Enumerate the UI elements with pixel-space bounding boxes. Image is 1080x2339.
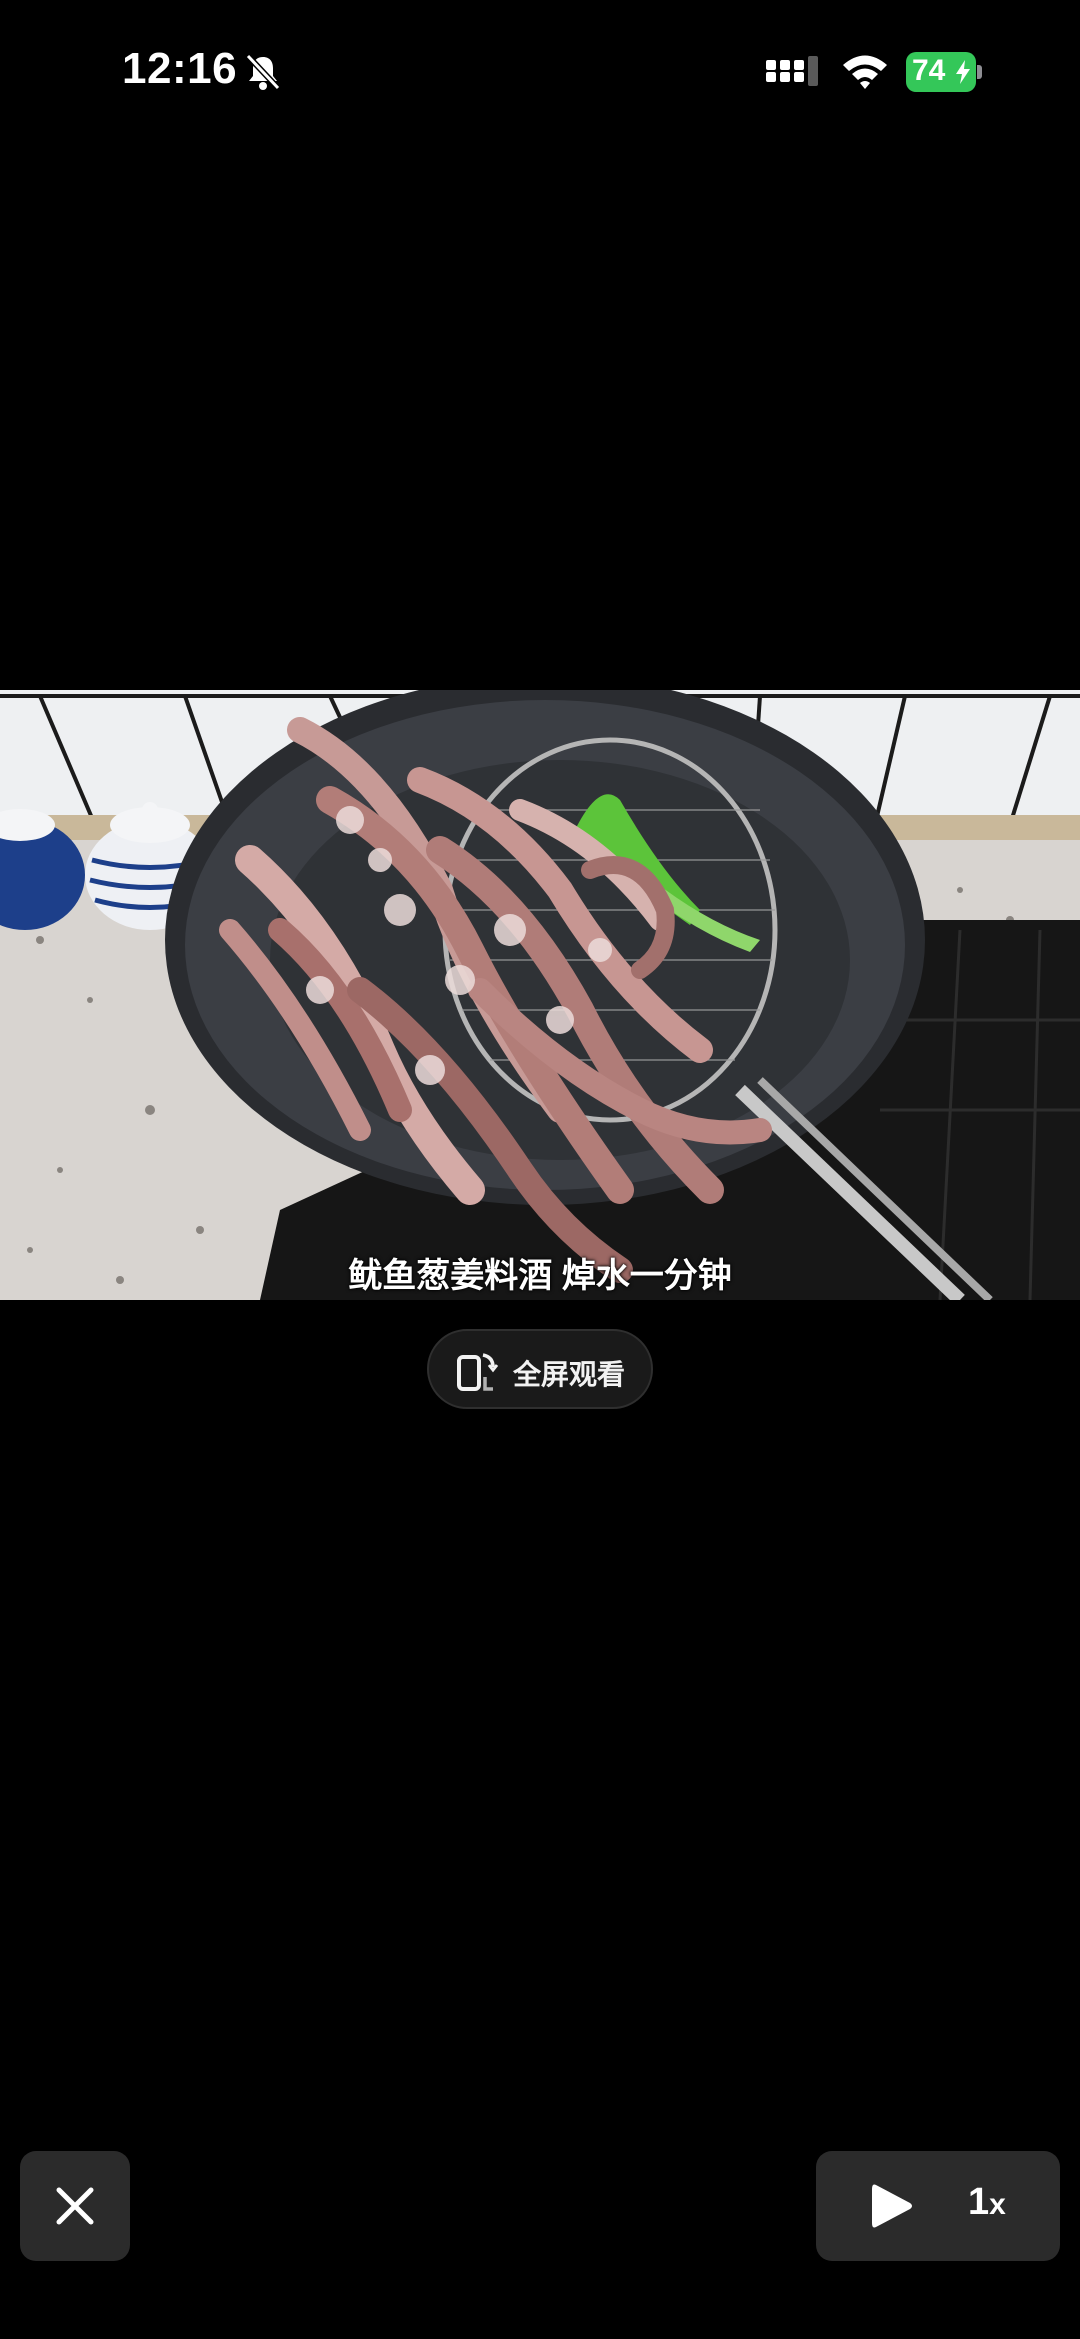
- battery-nub: [977, 65, 982, 79]
- video-frame-image: [0, 690, 1080, 1300]
- close-button[interactable]: [20, 2151, 130, 2261]
- status-bar: 12:16 74: [0, 0, 1080, 140]
- video-player[interactable]: [0, 690, 1080, 1300]
- speed-value: 1: [968, 2181, 990, 2223]
- bell-muted-icon: [245, 53, 281, 91]
- speed-suffix: x: [989, 2188, 1006, 2221]
- status-time: 12:16: [122, 44, 238, 93]
- battery-charging-icon: 74: [906, 52, 982, 92]
- playback-controls: 1x: [816, 2151, 1060, 2261]
- charging-bolt-icon: [956, 60, 970, 84]
- rotate-phone-icon: [457, 1353, 499, 1391]
- close-icon: [56, 2187, 94, 2225]
- video-subtitle: 鱿鱼葱姜料酒 焯水一分钟: [348, 1257, 732, 1295]
- battery-level: 74: [912, 54, 946, 87]
- wifi-icon: [843, 55, 887, 89]
- fullscreen-label: 全屏观看: [513, 1359, 626, 1390]
- fullscreen-button[interactable]: 全屏观看: [427, 1329, 653, 1409]
- playback-speed-button[interactable]: 1x: [968, 2181, 1006, 2224]
- cellular-signal-icon: [766, 56, 818, 86]
- play-icon[interactable]: [870, 2181, 914, 2231]
